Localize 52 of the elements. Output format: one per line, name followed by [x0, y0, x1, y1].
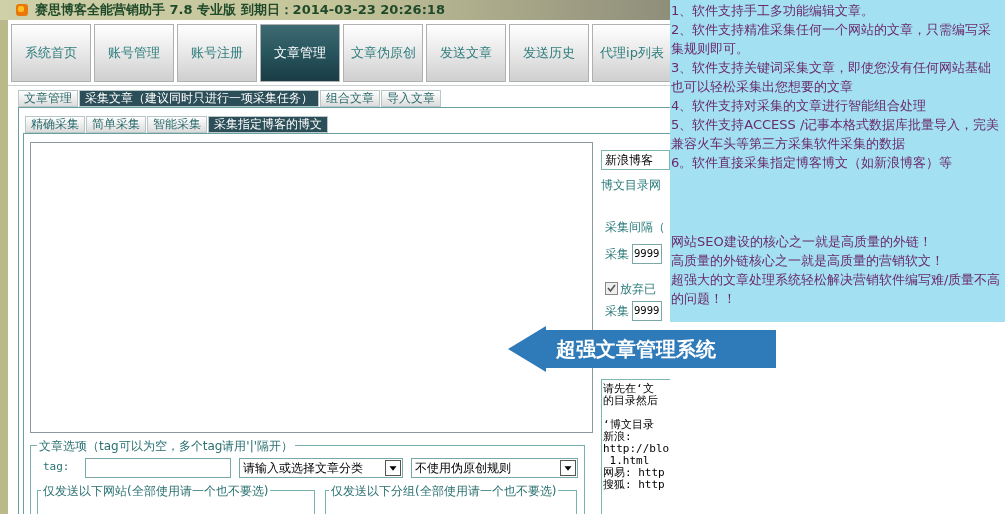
check-icon	[607, 284, 616, 293]
feature-text: 4、软件支持对采集的文章进行智能组合处理	[671, 97, 928, 115]
feature-text: 3、软件支持关键词采集文章，即使您没有任何网站基础也可以轻松采集出您想要的文章	[671, 59, 993, 96]
checkbox-label: 放弃已	[620, 280, 656, 298]
caret-icon	[385, 459, 402, 476]
feature-text: 1、软件支持手工多功能编辑文章。	[671, 2, 876, 20]
blog-select[interactable]: 新浪博客	[601, 149, 670, 170]
tab[interactable]: 文章管理	[260, 23, 340, 82]
help-text: ‘博文目录	[603, 418, 655, 431]
tab[interactable]: 精确采集	[25, 115, 85, 133]
tab[interactable]: 账号注册	[177, 23, 257, 82]
tab[interactable]: 采集指定博客的博文	[208, 115, 328, 133]
feature-text: 6。软件直接采集指定博客博文（如新浪博客）等	[671, 154, 954, 172]
help-text: 新浪:	[603, 430, 633, 443]
tab[interactable]: 简单采集	[86, 115, 146, 133]
help-text: 网易: http	[603, 466, 666, 479]
collect-input[interactable]: 9999	[632, 300, 662, 321]
help-text: 搜狐: http	[603, 478, 666, 491]
tab[interactable]: 系统首页	[11, 23, 91, 82]
caret-icon	[560, 459, 576, 476]
url-label: 博文目录网	[601, 176, 662, 194]
group-legend: 文章选项（tag可以为空，多个tag请用'|'隔开）	[37, 436, 295, 455]
window-title: 赛思博客全能营销助手 7.8 专业版 到期日：2014-03-23 20:26:18	[35, 1, 445, 19]
interval-label: 采集间隔（	[605, 218, 666, 236]
tab[interactable]: 代理ip列表	[592, 23, 672, 82]
help-text: 的目录然后	[603, 394, 659, 407]
tab[interactable]: 智能采集	[147, 115, 207, 133]
feature-text: 5、软件支持ACCESS /记事本格式数据库批量导入，完美兼容火车头等第三方采集软件采集的数据	[671, 116, 1001, 153]
help-text: 请先在‘文	[603, 382, 654, 395]
tab[interactable]: 导入文章	[381, 89, 441, 107]
tab[interactable]: 发送历史	[509, 23, 589, 82]
tab[interactable]: 文章管理	[18, 89, 78, 107]
app-icon	[15, 2, 29, 17]
checkbox[interactable]	[605, 282, 618, 295]
help-text: http://blo	[603, 442, 670, 455]
feature-text: 2、软件支持精准采集任何一个网站的文章，只需编写采集规则即可。	[671, 21, 993, 58]
slogan-text: 高质量的外链核心之一就是高质量的营销软文！	[671, 252, 945, 270]
tag-input[interactable]	[85, 457, 232, 478]
dropdown[interactable]: 不使用伪原创规则	[411, 457, 578, 478]
tab[interactable]: 发送文章	[426, 23, 506, 82]
slogan-text: 网站SEO建设的核心之一就是高质量的外链！	[671, 233, 933, 251]
tab[interactable]: 组合文章	[320, 89, 380, 107]
tab[interactable]: 账号管理	[94, 23, 174, 82]
collect-label: 采集	[605, 245, 629, 263]
dropdown[interactable]: 请输入或选择文章分类	[239, 457, 404, 478]
help-text: 1.html	[609, 454, 650, 467]
tab[interactable]: 采集文章（建议同时只进行一项采集任务）	[79, 89, 319, 107]
collect-label: 采集	[605, 302, 629, 320]
slogan-text: 超强大的文章处理系统轻松解决营销软件编写难/质量不高的问题！！	[671, 271, 1002, 308]
tab[interactable]: 文章伪原创	[343, 23, 423, 82]
tag-label: tag:	[42, 459, 71, 476]
collect-input[interactable]: 9999	[632, 243, 662, 264]
